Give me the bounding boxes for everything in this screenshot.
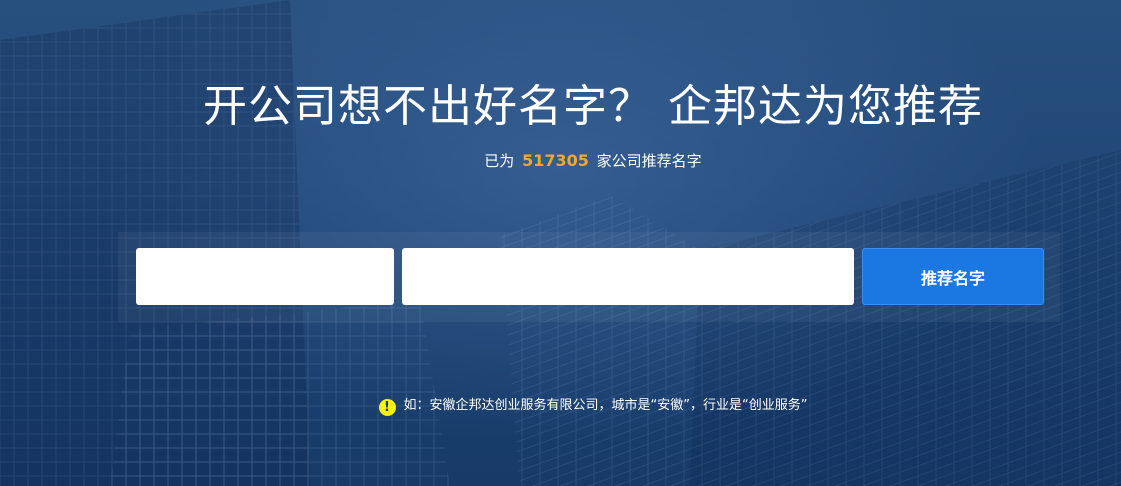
subtitle-prefix: 已为: [484, 152, 515, 170]
industry-input[interactable]: [402, 248, 854, 305]
hint-text: 如：安徽企邦达创业服务有限公司，城市是“安徽”，行业是“创业服务”: [403, 398, 808, 413]
subtitle-suffix: 家公司推荐名字: [596, 152, 702, 170]
recommendation-count-line: 已为 517305 家公司推荐名字: [0, 150, 1121, 171]
recommend-name-button[interactable]: 推荐名字: [862, 248, 1044, 305]
example-hint: ! 如：安徽企邦达创业服务有限公司，城市是“安徽”，行业是“创业服务”: [0, 394, 1121, 416]
company-count: 517305: [522, 151, 589, 170]
page-title: 开公司想不出好名字？ 企邦达为您推荐: [203, 81, 983, 132]
city-input[interactable]: [136, 248, 394, 305]
hero-banner: 开公司想不出好名字？ 企邦达为您推荐 已为 517305 家公司推荐名字 推荐名…: [0, 0, 1121, 486]
exclamation-icon: !: [378, 399, 396, 416]
